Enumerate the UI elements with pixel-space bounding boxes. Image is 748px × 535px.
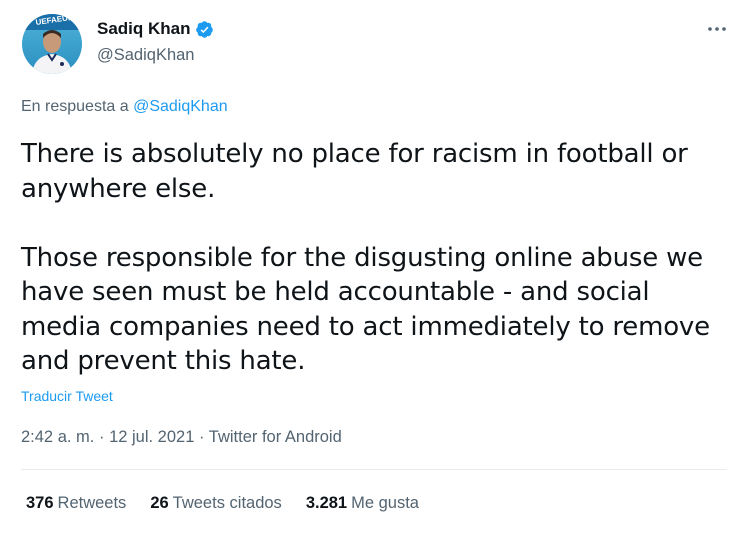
tweet-stats: 376 Retweets 26 Tweets citados 3.281 Me gus…: [26, 492, 419, 514]
verified-badge-icon: [195, 20, 214, 39]
likes-label: Me gusta: [351, 494, 419, 512]
retweets-label: Retweets: [57, 494, 127, 512]
quote-tweets-stat[interactable]: 26 Tweets citados: [150, 492, 282, 514]
tweet-paragraph-1: There is absolutely no place for racism …: [21, 139, 688, 204]
tweet-text: There is absolutely no place for racism …: [21, 137, 721, 379]
tweet-source[interactable]: Twitter for Android: [209, 428, 342, 446]
retweets-count: 376: [26, 494, 54, 512]
divider: [21, 469, 727, 470]
tweet-metadata: 2:42 a. m. · 12 jul. 2021 · Twitter for …: [21, 426, 342, 448]
meta-separator-2: ·: [198, 428, 205, 446]
tweet-card: UEFAEURO Sadiq Khan @SadiqKhan En respue…: [0, 0, 748, 535]
quote-tweets-label: Tweets citados: [172, 494, 282, 512]
likes-stat[interactable]: 3.281 Me gusta: [306, 492, 419, 514]
reply-context-handle-link[interactable]: @SadiqKhan: [133, 98, 228, 115]
more-button[interactable]: [704, 16, 730, 42]
tweet-paragraph-2: Those responsible for the disgusting onl…: [21, 242, 710, 377]
tweet-time[interactable]: 2:42 a. m.: [21, 428, 94, 446]
reply-context-prefix: En respuesta a: [21, 98, 129, 115]
tweet-date[interactable]: 12 jul. 2021: [109, 428, 194, 446]
reply-context: En respuesta a @SadiqKhan: [21, 96, 228, 118]
author-name-text: Sadiq Khan: [97, 19, 191, 38]
avatar-image: UEFAEURO: [22, 14, 82, 74]
retweets-stat[interactable]: 376 Retweets: [26, 492, 126, 514]
translate-tweet-link[interactable]: Traducir Tweet: [21, 386, 113, 406]
author-name[interactable]: Sadiq Khan: [97, 18, 214, 40]
author-handle[interactable]: @SadiqKhan: [97, 44, 195, 66]
avatar[interactable]: UEFAEURO: [22, 14, 82, 74]
meta-separator-1: ·: [98, 428, 105, 446]
more-icon: [708, 27, 726, 31]
quote-tweets-count: 26: [150, 494, 169, 512]
likes-count: 3.281: [305, 494, 348, 512]
